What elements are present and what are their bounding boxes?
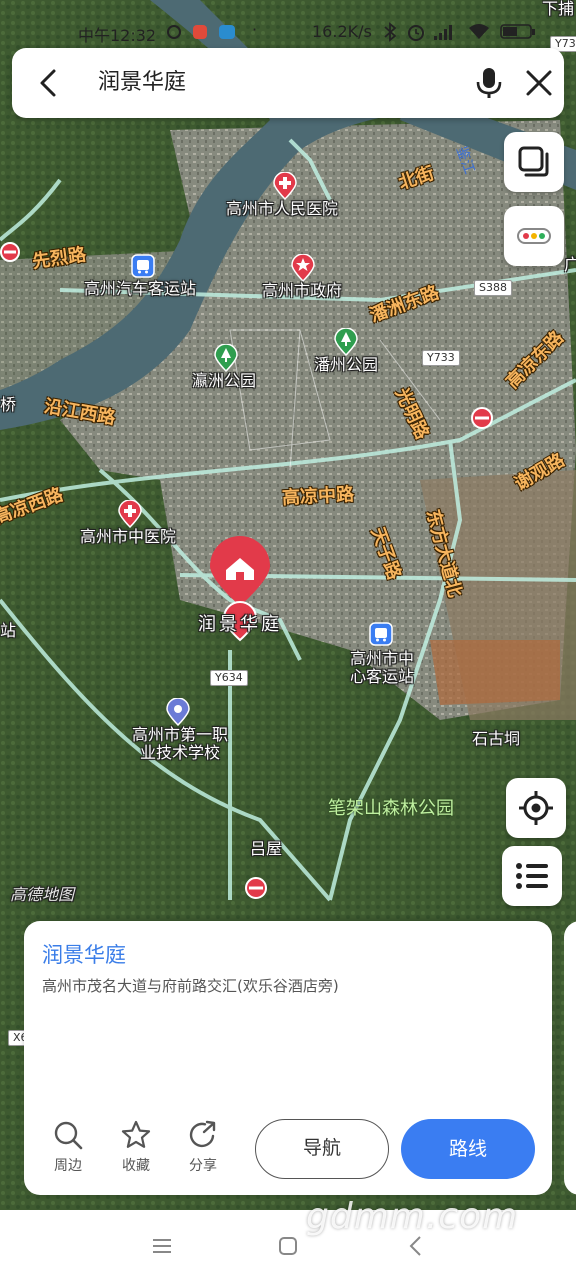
microphone-icon[interactable]: [472, 66, 506, 100]
school-icon[interactable]: [166, 698, 190, 726]
share-action[interactable]: 分享: [181, 1119, 225, 1175]
menu-icon[interactable]: [150, 1234, 174, 1258]
map-fragment-label: 站: [0, 621, 17, 640]
favorite-action[interactable]: 收藏: [114, 1119, 158, 1175]
search-query-text[interactable]: 润景华庭: [98, 68, 186, 98]
watermark: gdmm.com: [306, 1196, 519, 1237]
poi-label: 高州市人民医院: [226, 199, 339, 218]
share-icon: [189, 1120, 216, 1148]
search-icon: [54, 1121, 83, 1150]
road-badge: S388: [474, 280, 512, 296]
hospital-icon[interactable]: [118, 500, 142, 528]
park-label: 笔架山森林公园: [328, 798, 454, 819]
back-icon[interactable]: [34, 68, 64, 98]
bus-station-icon[interactable]: [131, 254, 155, 282]
no-entry-icon: [471, 407, 493, 429]
list-view-button[interactable]: [502, 846, 562, 906]
search-bar: 润景华庭: [12, 48, 564, 118]
layers-icon: [518, 146, 549, 177]
poi-label: 潘州公园: [314, 355, 379, 374]
bluetooth-icon: [384, 22, 397, 42]
message-icon: [167, 25, 181, 39]
poi-label: 高州汽车客运站: [84, 279, 197, 298]
back-nav-icon[interactable]: [404, 1234, 428, 1258]
bus-station-icon[interactable]: [369, 622, 393, 650]
navigate-button[interactable]: 导航: [255, 1119, 389, 1179]
battery-icon: [500, 24, 535, 39]
next-result-card-peek[interactable]: [564, 921, 576, 1195]
traffic-button[interactable]: [504, 206, 564, 266]
selected-location-label: 润景华庭: [198, 614, 282, 635]
amap-logo: 高德地图: [10, 885, 75, 904]
wifi-icon: [469, 24, 489, 39]
nearby-action[interactable]: 周边: [46, 1119, 90, 1175]
locate-me-button[interactable]: [506, 778, 566, 838]
app-icon: [193, 25, 207, 39]
government-icon[interactable]: [291, 254, 315, 282]
place-title[interactable]: 润景华庭: [42, 939, 126, 969]
nearby-label: 周边: [54, 1158, 82, 1174]
favorite-label: 收藏: [122, 1158, 150, 1174]
poi-label: 高州市政府: [262, 281, 343, 300]
park-icon[interactable]: [214, 344, 238, 372]
poi-label: 高州市中心客运站: [349, 649, 414, 686]
hospital-icon[interactable]: [273, 172, 297, 200]
status-bar: 中午12:32 · 16.2K/s: [0, 18, 576, 48]
locate-icon: [519, 791, 553, 825]
poi-label: 高州市第一职业技术学校: [131, 725, 228, 762]
poi-label: 吕屋: [250, 839, 283, 858]
list-icon: [516, 863, 548, 889]
poi-label: 高州市中医院: [80, 527, 177, 546]
alarm-icon: [408, 25, 424, 41]
no-entry-icon: [245, 877, 267, 899]
share-label: 分享: [189, 1158, 217, 1174]
park-icon[interactable]: [334, 328, 358, 356]
signal-icon: [434, 25, 452, 40]
status-dot: ·: [252, 20, 258, 39]
place-address: 高州市茂名大道与府前路交汇(欢乐谷酒店旁): [42, 977, 339, 995]
cloud-icon: [219, 25, 235, 39]
traffic-icon: [517, 228, 551, 244]
map-fragment-label: 广: [564, 255, 576, 274]
status-time: 中午12:32: [78, 26, 157, 45]
road-badge: Y733: [422, 350, 460, 366]
no-entry-icon: [0, 242, 20, 262]
network-speed: 16.2K/s: [312, 22, 372, 41]
close-icon[interactable]: [524, 68, 554, 98]
road-label: 高凉中路: [281, 484, 355, 509]
poi-label: 瀛洲公园: [192, 371, 257, 390]
star-icon: [121, 1120, 151, 1148]
route-button[interactable]: 路线: [401, 1119, 535, 1179]
poi-label: 石古垌: [472, 729, 521, 748]
layers-button[interactable]: [504, 132, 564, 192]
map-fragment-label: 下捕: [542, 0, 575, 18]
road-badge: Y634: [210, 670, 248, 686]
map-fragment-label: 桥: [0, 395, 17, 414]
place-result-card[interactable]: 润景华庭 高州市茂名大道与府前路交汇(欢乐谷酒店旁) 周边 收藏 分享 导航 路…: [24, 921, 552, 1195]
home-icon[interactable]: [276, 1234, 300, 1258]
